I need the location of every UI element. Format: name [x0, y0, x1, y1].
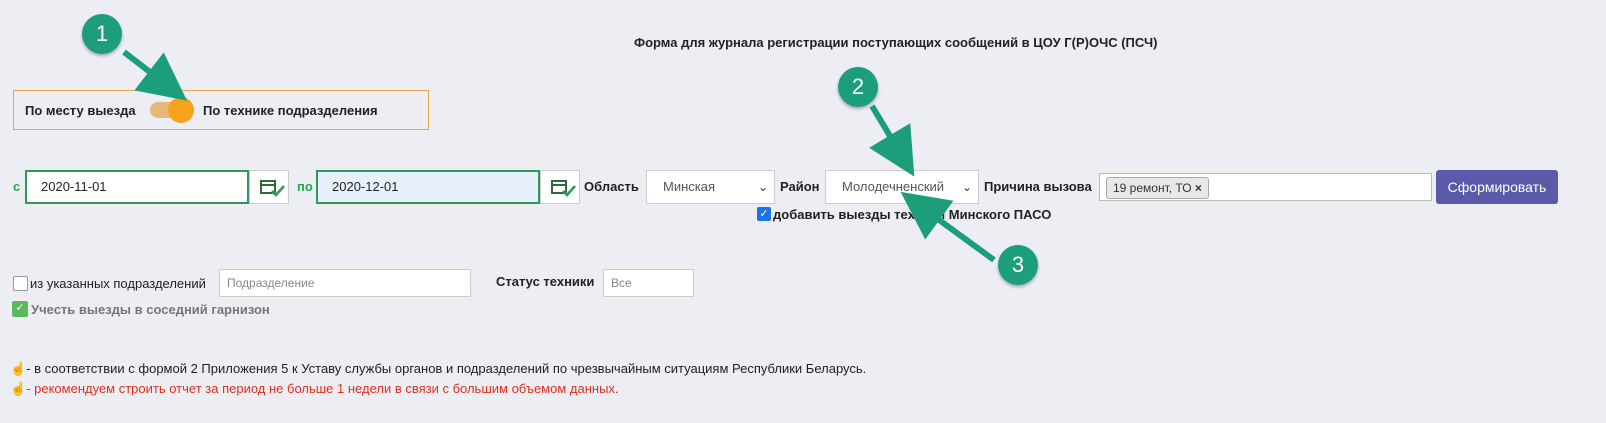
annotation-arrow-3: [900, 191, 996, 263]
annotation-arrow-1: [122, 49, 187, 101]
annotation-arrow-2: [869, 104, 915, 177]
annotation-arrows: [122, 49, 996, 263]
